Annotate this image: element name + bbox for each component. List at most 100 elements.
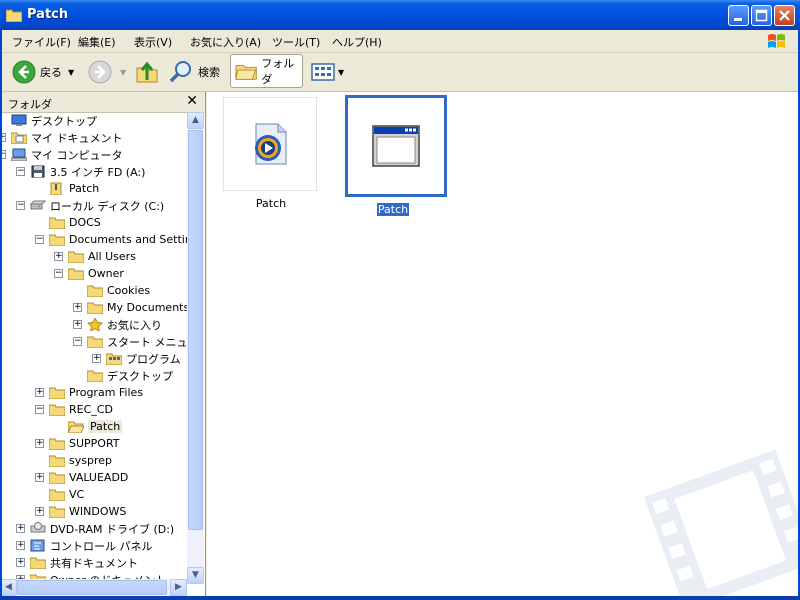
folder-icon xyxy=(86,284,104,298)
expand-icon[interactable]: + xyxy=(35,507,44,516)
folders-icon xyxy=(235,64,257,80)
tree-item[interactable]: + マイ ドキュメント xyxy=(0,129,123,146)
expand-icon[interactable]: + xyxy=(16,541,25,550)
minimize-icon xyxy=(734,18,742,21)
minimize-button[interactable] xyxy=(728,5,749,26)
scroll-down-button[interactable]: ▼ xyxy=(187,567,204,584)
tree-item[interactable]: + Program Files xyxy=(35,384,143,401)
expand-icon[interactable]: + xyxy=(35,388,44,397)
folder-icon xyxy=(48,386,66,400)
tree-item[interactable]: + My Documents xyxy=(73,299,187,316)
close-icon xyxy=(779,10,790,21)
expand-icon[interactable]: + xyxy=(73,320,82,329)
menu-help[interactable]: ヘルプ(H) xyxy=(332,34,382,50)
expand-icon[interactable]: + xyxy=(16,524,25,533)
close-pane-icon[interactable]: ✕ xyxy=(186,93,198,109)
expand-icon[interactable]: + xyxy=(92,354,101,363)
tree-item[interactable]: DOCS xyxy=(35,214,101,231)
views-dropdown-icon[interactable]: ▼ xyxy=(338,68,344,77)
expand-icon[interactable]: + xyxy=(16,558,25,567)
tree-item[interactable]: − ローカル ディスク (C:) xyxy=(16,197,164,214)
window-title: Patch xyxy=(27,7,69,22)
tree-item[interactable]: + 共有ドキュメント xyxy=(16,554,138,571)
menu-favorites[interactable]: お気に入り(A) xyxy=(190,34,261,50)
tree-item[interactable]: − 3.5 インチ FD (A:) xyxy=(16,163,145,180)
tree-item-selected[interactable]: Patch xyxy=(54,418,123,435)
tree-item-label: VC xyxy=(69,488,85,501)
expand-icon[interactable]: + xyxy=(54,252,63,261)
folder-icon xyxy=(86,369,104,383)
menu-view[interactable]: 表示(V) xyxy=(134,34,172,50)
tree-item-label: Owner xyxy=(88,267,124,280)
back-dropdown-icon[interactable]: ▼ xyxy=(68,68,74,77)
tree-item[interactable]: + プログラム xyxy=(92,350,181,367)
windows-logo-icon xyxy=(768,34,785,48)
horizontal-scrollbar[interactable]: ◀ ▶ xyxy=(0,579,187,596)
up-folder-button[interactable] xyxy=(135,58,159,86)
tree-item[interactable]: VC xyxy=(35,486,84,503)
search-label: 検索 xyxy=(198,66,220,79)
collapse-icon[interactable]: − xyxy=(16,201,25,210)
tree-item-label: Patch xyxy=(69,182,100,195)
tree-item[interactable]: + All Users xyxy=(54,248,136,265)
tree-item[interactable]: + SUPPORT xyxy=(35,435,120,452)
scroll-thumb[interactable] xyxy=(188,130,203,530)
collapse-icon[interactable]: − xyxy=(16,167,25,176)
folder-icon xyxy=(48,403,66,417)
tree-item[interactable]: − Owner xyxy=(54,265,124,282)
tree-item[interactable]: + WINDOWS xyxy=(35,503,126,520)
file-name[interactable]: Patch xyxy=(376,203,410,216)
forward-dropdown-icon[interactable]: ▼ xyxy=(120,68,126,77)
back-arrow-icon xyxy=(12,60,36,84)
tree-item[interactable]: + コントロール パネル xyxy=(16,537,153,554)
expand-icon[interactable]: + xyxy=(73,303,82,312)
tree-item[interactable]: + DVD-RAM ドライブ (D:) xyxy=(16,520,174,537)
title-bar[interactable]: Patch xyxy=(0,0,800,30)
tree-item[interactable]: Cookies xyxy=(73,282,150,299)
menu-tools[interactable]: ツール(T) xyxy=(272,34,320,50)
close-button[interactable] xyxy=(774,5,795,26)
file-tile-selected[interactable]: Patch xyxy=(345,95,447,216)
tree-item[interactable]: + VALUEADD xyxy=(35,469,128,486)
media-player-file-icon xyxy=(255,123,287,165)
tree-item[interactable]: デスクトップ xyxy=(0,112,97,129)
tree-item-label: REC_CD xyxy=(69,403,113,416)
horizontal-scroll-thumb[interactable] xyxy=(17,580,167,595)
forward-button[interactable]: ▼ xyxy=(88,58,126,86)
tree-item[interactable]: + お気に入り xyxy=(73,316,162,333)
folder-icon xyxy=(48,216,66,230)
tree-item[interactable]: − マイ コンピュータ xyxy=(0,146,123,163)
movie-watermark-icon xyxy=(643,449,798,596)
collapse-icon[interactable]: − xyxy=(54,269,63,278)
collapse-icon[interactable]: − xyxy=(73,337,82,346)
file-thumbnail[interactable] xyxy=(345,95,447,197)
collapse-icon[interactable]: − xyxy=(35,235,44,244)
vertical-scrollbar[interactable]: ▲ ▼ xyxy=(187,112,204,584)
expand-icon[interactable]: + xyxy=(35,473,44,482)
scroll-up-button[interactable]: ▲ xyxy=(187,112,204,129)
search-button[interactable]: 検索 xyxy=(168,58,220,86)
scroll-right-button[interactable]: ▶ xyxy=(170,579,187,596)
file-thumbnail[interactable] xyxy=(223,97,317,191)
views-button[interactable]: ▼ xyxy=(310,58,344,86)
file-tile[interactable]: Patch xyxy=(223,97,319,210)
folders-toggle-button[interactable]: フォルダ xyxy=(230,54,303,88)
floppy-icon xyxy=(30,165,46,178)
maximize-button[interactable] xyxy=(751,5,772,26)
menu-file[interactable]: ファイル(F) xyxy=(12,34,71,50)
tree-item[interactable]: デスクトップ xyxy=(73,367,173,384)
expand-icon[interactable]: + xyxy=(35,439,44,448)
folder-icon xyxy=(48,454,66,468)
tree-item-label: SUPPORT xyxy=(69,437,120,450)
tree-item[interactable]: Patch xyxy=(35,180,99,197)
hard-disk-icon xyxy=(29,199,47,212)
tree-item[interactable]: − REC_CD xyxy=(35,401,113,418)
scroll-left-button[interactable]: ◀ xyxy=(0,579,17,596)
menu-edit[interactable]: 編集(E) xyxy=(78,34,116,50)
tree-item[interactable]: − スタート メニュー xyxy=(73,333,187,350)
tree-item-label: WINDOWS xyxy=(69,505,127,518)
back-button[interactable]: 戻る ▼ xyxy=(12,58,74,86)
tree-item[interactable]: sysprep xyxy=(35,452,112,469)
collapse-icon[interactable]: − xyxy=(35,405,44,414)
tree-item[interactable]: − Documents and Settin xyxy=(35,231,187,248)
